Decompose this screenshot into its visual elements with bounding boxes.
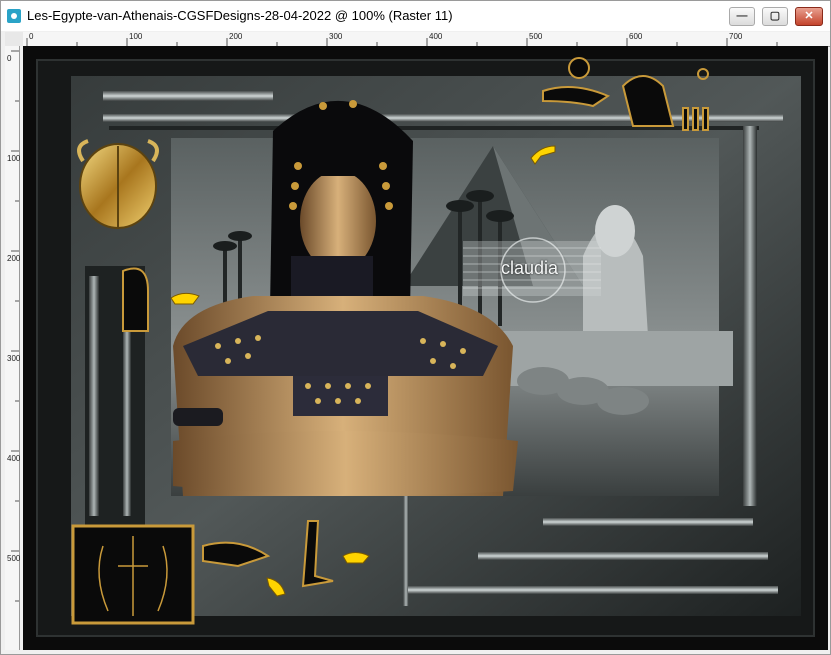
ruler-label: 500 <box>529 32 543 41</box>
ruler-label: 200 <box>229 32 243 41</box>
image-canvas[interactable]: claudia <box>23 46 828 650</box>
ruler-corner <box>5 32 23 46</box>
ruler-label: 500 <box>7 554 21 563</box>
ruler-label: 100 <box>7 154 21 163</box>
image-window: Les-Egypte-van-Athenais-CGSFDesigns-28-0… <box>0 0 831 655</box>
horizontal-ruler-ticks <box>26 38 778 46</box>
ruler-label: 300 <box>329 32 343 41</box>
ruler-label: 300 <box>7 354 21 363</box>
maximize-icon: ▢ <box>769 10 781 22</box>
ruler-label: 400 <box>429 32 443 41</box>
ruler-label: 600 <box>629 32 643 41</box>
vertical-ruler[interactable]: 0 100 200 300 400 500 <box>5 46 20 650</box>
close-button[interactable]: ✕ <box>795 7 823 26</box>
horizontal-ruler[interactable]: 0 100 200 300 400 500 600 700 <box>23 32 830 47</box>
app-icon <box>7 9 21 23</box>
window-title: Les-Egypte-van-Athenais-CGSFDesigns-28-0… <box>27 8 453 23</box>
ruler-label: 100 <box>129 32 143 41</box>
minimize-icon: — <box>736 10 748 22</box>
artwork <box>23 46 828 650</box>
ruler-label: 200 <box>7 254 21 263</box>
title-bar[interactable]: Les-Egypte-van-Athenais-CGSFDesigns-28-0… <box>1 1 830 31</box>
close-icon: ✕ <box>804 10 814 22</box>
ruler-label: 0 <box>7 54 12 63</box>
minimize-button[interactable]: — <box>729 7 755 26</box>
ruler-label: 700 <box>729 32 743 41</box>
watermark-label: claudia <box>501 258 559 278</box>
maximize-button[interactable]: ▢ <box>762 7 788 26</box>
ruler-label: 400 <box>7 454 21 463</box>
ruler-label: 0 <box>29 32 34 41</box>
